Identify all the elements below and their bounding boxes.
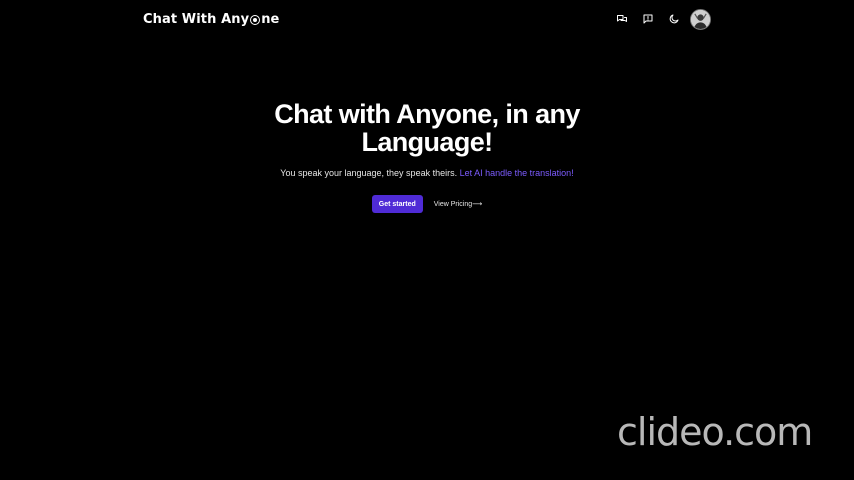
message-square-icon	[643, 14, 653, 24]
hero-subtitle-text: You speak your language, they speak thei…	[280, 168, 458, 178]
get-started-button[interactable]: Get started	[371, 195, 423, 213]
top-nav: Chat With Any ne	[143, 0, 711, 38]
brand-logo[interactable]: Chat With Any ne	[143, 12, 279, 27]
avatar-image	[691, 9, 710, 29]
view-pricing-link[interactable]: View Pricing⟶	[434, 200, 482, 208]
brand-text-prefix: Chat With Any	[143, 11, 250, 27]
hero-subtitle: You speak your language, they speak thei…	[0, 168, 854, 178]
chat-icon	[617, 15, 627, 22]
hero-subtitle-accent: Let AI handle the translation!	[459, 168, 574, 178]
cta-row: Get started View Pricing⟶	[0, 195, 854, 213]
moon-icon	[669, 14, 679, 24]
hero-section: Chat with Anyone, in any Language! You s…	[0, 100, 854, 213]
page: Chat With Any ne Chat with Anyone, in an…	[0, 0, 854, 480]
feedback-button[interactable]	[635, 6, 661, 32]
chats-button[interactable]	[609, 6, 635, 32]
nav-actions	[609, 6, 711, 32]
avatar[interactable]	[690, 8, 711, 30]
brand-text-suffix: ne	[261, 11, 280, 27]
brand-o-icon	[250, 15, 261, 25]
theme-toggle-button[interactable]	[661, 6, 687, 32]
hero-title: Chat with Anyone, in any Language!	[274, 99, 580, 157]
watermark: clideo.com	[617, 410, 813, 454]
